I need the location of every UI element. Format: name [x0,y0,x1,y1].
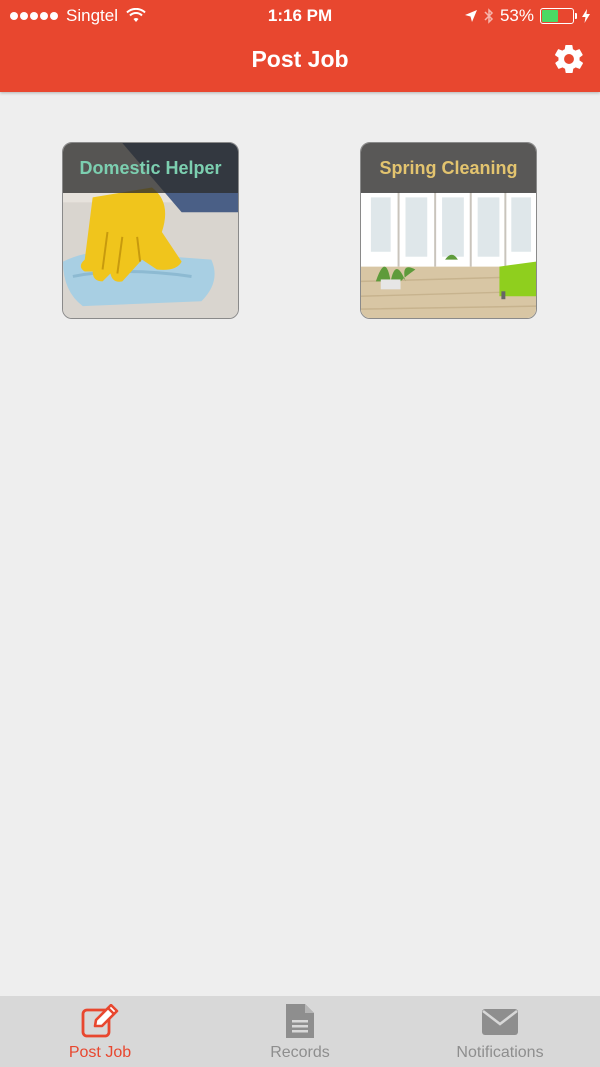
tab-label: Notifications [456,1044,544,1061]
tile-label-text: Domestic Helper [79,157,222,178]
page-title: Post Job [251,46,349,72]
tile-spring-cleaning[interactable]: Spring Cleaning [360,142,537,319]
battery-level-fill [542,10,558,22]
battery-percent: 53% [499,6,534,25]
status-right: 53% [464,6,590,26]
document-icon [286,1004,314,1038]
app-root: Singtel 1:16 PM 53% Post Job Domestic He… [0,0,600,1067]
bluetooth-icon [484,8,494,24]
location-arrow-icon [464,10,477,22]
battery-icon [540,8,577,24]
tab-records[interactable]: Records [200,996,400,1067]
tile-label-text: Spring Cleaning [379,157,518,178]
tile-label: Domestic Helper [63,143,238,193]
envelope-icon [482,1009,518,1035]
tile-domestic-helper[interactable]: Domestic Helper [62,142,239,319]
gear-icon[interactable] [552,42,586,76]
tab-notifications[interactable]: Notifications [400,996,600,1067]
status-bar: Singtel 1:16 PM 53% [0,0,600,32]
tab-post-job[interactable]: Post Job [0,996,200,1067]
tab-label: Post Job [68,1044,132,1061]
edit-icon [81,1004,119,1038]
charging-bolt-icon [582,9,590,23]
tile-label: Spring Cleaning [361,143,536,193]
header-bar: Singtel 1:16 PM 53% Post Job [0,0,600,92]
tab-bar: Post Job Records Notifications [0,996,600,1067]
tab-label: Records [270,1044,330,1061]
